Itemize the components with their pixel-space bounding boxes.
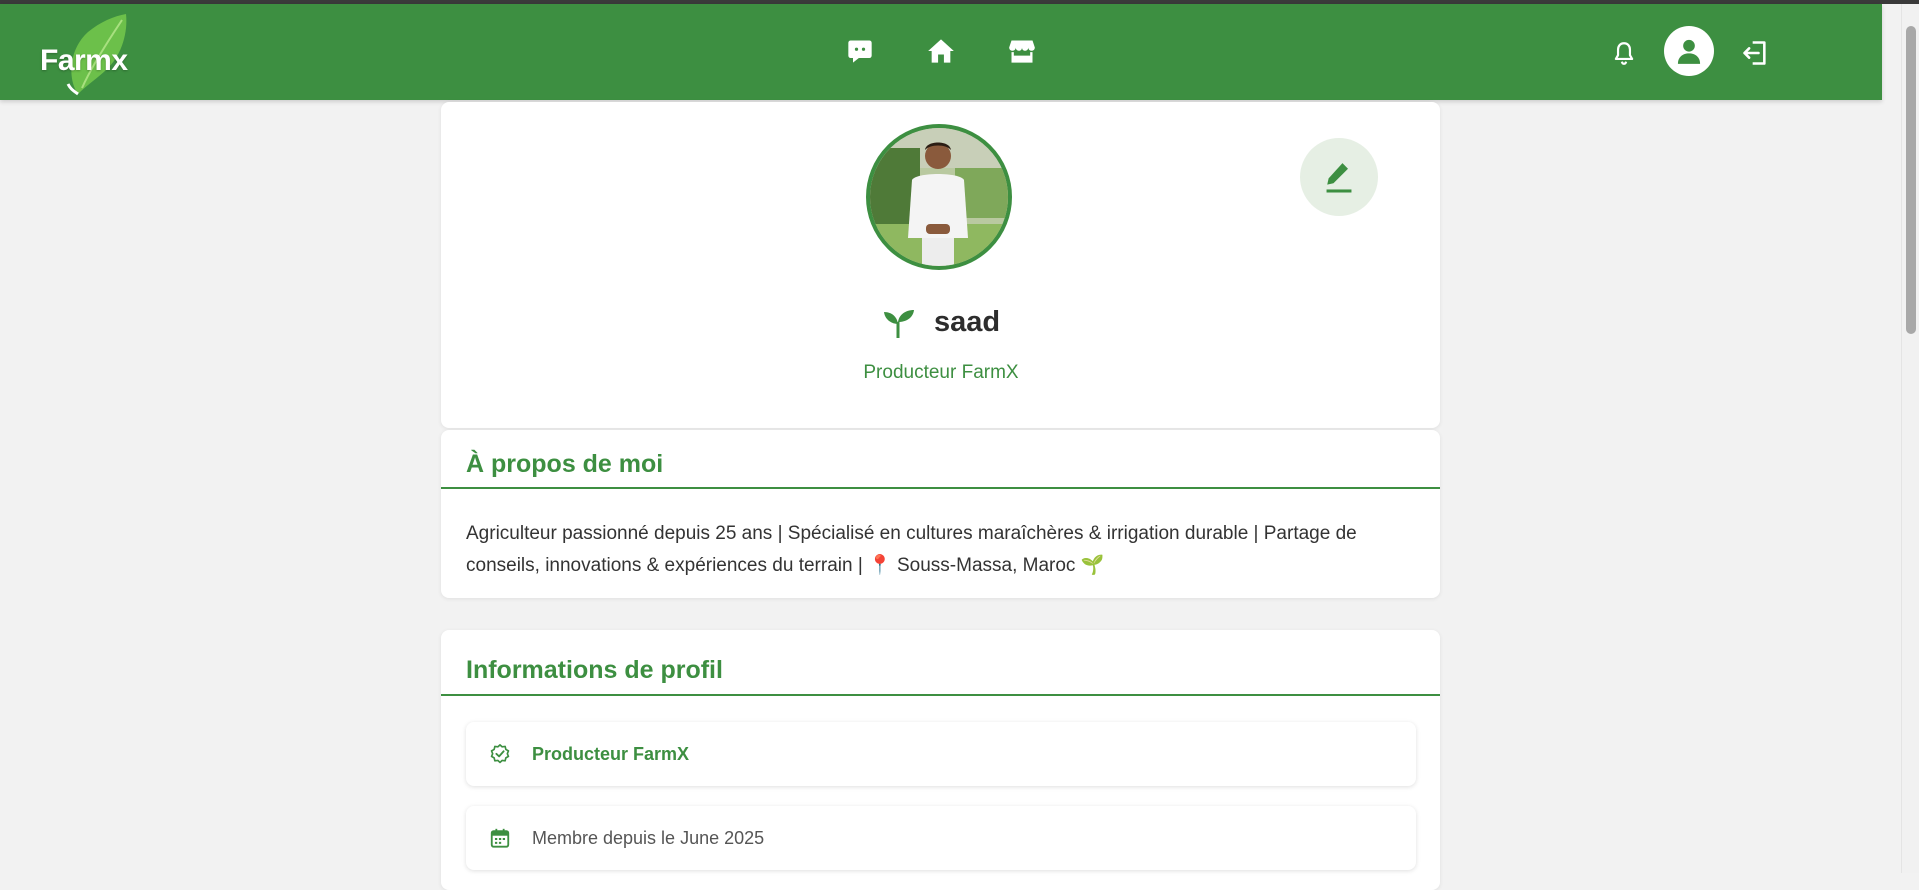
home-icon[interactable]	[925, 36, 957, 66]
profile-name-row: saad	[882, 306, 1000, 339]
bell-icon[interactable]	[1610, 38, 1638, 68]
info-section-title: Informations de profil	[466, 656, 723, 684]
info-item-role: Producteur FarmX	[466, 722, 1416, 786]
verified-badge-icon	[488, 742, 512, 766]
edit-profile-button[interactable]	[1300, 138, 1378, 216]
page-scrollbar[interactable]	[1901, 4, 1919, 873]
calendar-icon	[488, 826, 512, 850]
logout-icon[interactable]	[1740, 38, 1770, 68]
scrollbar-thumb[interactable]	[1906, 26, 1916, 334]
profile-photo	[866, 124, 1012, 270]
user-icon	[1677, 39, 1701, 64]
profile-name: saad	[934, 306, 1001, 338]
info-section-divider	[441, 694, 1440, 696]
about-section-divider	[441, 487, 1440, 489]
about-section-title: À propos de moi	[466, 450, 664, 478]
store-icon[interactable]	[1006, 36, 1038, 66]
info-item-member-since: Membre depuis le June 2025	[466, 806, 1416, 870]
about-text: Agriculteur passionné depuis 25 ans | Sp…	[466, 523, 1357, 576]
user-avatar-button[interactable]	[1664, 26, 1714, 76]
profile-role: Producteur FarmX	[863, 362, 1019, 383]
seedling-icon	[884, 309, 914, 338]
info-item-label: Producteur FarmX	[532, 743, 690, 764]
top-navbar: Farmx	[0, 4, 1882, 100]
chat-icon[interactable]	[844, 36, 876, 66]
farmx-logo[interactable]: Farmx	[38, 10, 138, 96]
pencil-icon	[1326, 163, 1352, 193]
logo-text: Farmx	[40, 44, 128, 77]
info-item-label: Membre depuis le June 2025	[532, 827, 765, 848]
profile-photo-image	[870, 128, 1008, 266]
